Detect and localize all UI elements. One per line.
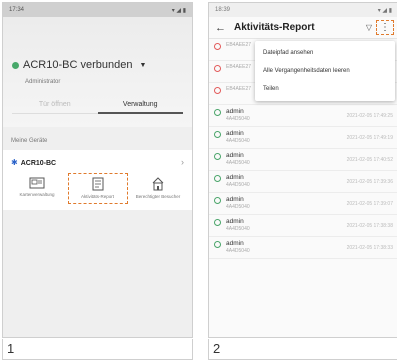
more-vert-icon[interactable]: ⋮	[376, 20, 394, 35]
status-error-icon	[214, 43, 221, 50]
page-title: Aktivitäts-Report	[234, 22, 315, 33]
bluetooth-icon: ✱	[11, 157, 18, 167]
filter-icon[interactable]: ▽	[366, 23, 372, 32]
status-ok-icon	[214, 153, 221, 160]
app-bar: ← Aktivitäts-Report ▽ ⋮	[209, 17, 397, 39]
list-item[interactable]: admin 4A4D5040 2021-02-05 17:39:36	[209, 171, 397, 193]
status-time: 17:34	[9, 7, 25, 13]
status-error-icon	[214, 87, 221, 94]
entry-time: 2021-02-05 17:49:25	[346, 113, 393, 119]
entry-time: 2021-02-05 17:38:38	[346, 223, 393, 229]
menu-item-share[interactable]: Teilen	[255, 80, 395, 98]
feature-label: Berechtigter Besucher	[135, 194, 181, 199]
caption-1: 1	[2, 339, 193, 360]
device-card: ✱ ACR10-BC › Kartenverwaltung Aktivitäts…	[3, 150, 192, 210]
section-my-devices: Meine Geräte	[11, 138, 48, 144]
screen-device-management: 17:34 ▾ ◢ ▮ ACR10-BC verbunden ▼ Adminis…	[2, 2, 193, 338]
visitor-icon	[152, 177, 164, 191]
list-item[interactable]: admin 4A4D5040 2021-02-05 17:38:38	[209, 215, 397, 237]
entry-time: 2021-02-05 17:40:52	[346, 157, 393, 163]
status-bar: 17:34 ▾ ◢ ▮	[3, 3, 192, 17]
list-item[interactable]: admin 4A4D5040 2021-02-05 17:49:25	[209, 105, 397, 127]
list-item[interactable]: admin 4A4D5040 2021-02-05 17:49:19	[209, 127, 397, 149]
signal-battery-icon: ▾ ◢ ▮	[377, 7, 392, 14]
status-time: 18:39	[215, 7, 231, 13]
chevron-right-icon: ›	[181, 157, 184, 167]
device-row[interactable]: ✱ ACR10-BC ›	[11, 157, 184, 167]
entry-time: 2021-02-05 17:49:19	[346, 135, 393, 141]
tab-management[interactable]: Verwaltung	[97, 101, 183, 114]
tab-bar: Tür öffnen Verwaltung	[12, 101, 183, 114]
status-ok-icon	[214, 175, 221, 182]
card-icon	[29, 177, 45, 189]
list-item[interactable]: admin 4A4D5040 2021-02-05 17:38:33	[209, 237, 397, 259]
feature-activity-report[interactable]: Aktivitäts-Report	[67, 173, 128, 204]
user-role: Administrator	[25, 79, 61, 85]
screen-activity-report: 18:39 ▾ ◢ ▮ ← Aktivitäts-Report ▽ ⋮ EB4A…	[208, 2, 397, 338]
document-icon	[92, 177, 103, 191]
entry-time: 2021-02-05 17:38:33	[346, 245, 393, 251]
status-ok-icon	[214, 241, 221, 248]
caption-2: 2	[208, 339, 397, 360]
device-name: ACR10-BC	[20, 159, 57, 167]
list-item[interactable]: admin 4A4D5040 2021-02-05 17:39:07	[209, 193, 397, 215]
connection-header: ACR10-BC verbunden ▼ Administrator Tür ö…	[3, 17, 192, 127]
back-arrow-icon[interactable]: ←	[215, 22, 226, 34]
connection-selector[interactable]: ACR10-BC verbunden ▼	[12, 59, 146, 71]
status-ok-icon	[214, 197, 221, 204]
entry-time: 2021-02-05 17:39:36	[346, 179, 393, 185]
menu-item-clear-history[interactable]: Alle Vergangenheitsdaten leeren	[255, 62, 395, 80]
connection-status: ACR10-BC verbunden	[23, 59, 133, 71]
status-ok-icon	[214, 219, 221, 226]
overflow-menu: Dateipfad ansehen Alle Vergangenheitsdat…	[255, 41, 395, 101]
tab-open-door[interactable]: Tür öffnen	[12, 101, 98, 114]
entry-time: 2021-02-05 17:39:07	[346, 201, 393, 207]
status-ok-icon	[214, 131, 221, 138]
feature-label: Kartenverwaltung	[19, 192, 55, 197]
list-item[interactable]: admin 4A4D5040 2021-02-05 17:40:52	[209, 149, 397, 171]
status-bar: 18:39 ▾ ◢ ▮	[209, 3, 397, 17]
feature-label: Aktivitäts-Report	[80, 194, 114, 199]
status-error-icon	[214, 65, 221, 72]
menu-item-view-file-path[interactable]: Dateipfad ansehen	[255, 44, 395, 62]
feature-card-management[interactable]: Kartenverwaltung	[11, 177, 63, 200]
signal-battery-icon: ▾ ◢ ▮	[171, 7, 186, 14]
feature-row: Kartenverwaltung Aktivitäts-Report Berec…	[11, 173, 184, 204]
connected-status-icon	[12, 61, 19, 69]
feature-authorized-visitor[interactable]: Berechtigter Besucher	[132, 177, 184, 200]
dropdown-caret-icon: ▼	[139, 61, 147, 69]
status-ok-icon	[214, 109, 221, 116]
